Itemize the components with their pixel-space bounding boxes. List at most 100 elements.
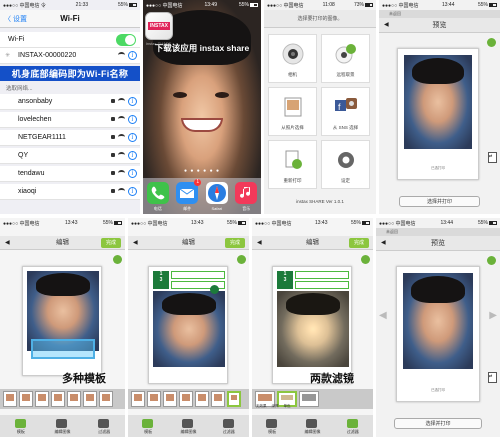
time-label: 21:33 (75, 2, 89, 8)
camera-tile[interactable]: 相机 (268, 34, 317, 83)
back-arrow-icon[interactable]: ◀ (384, 18, 389, 33)
prev-arrow-icon[interactable]: ◀ (379, 310, 387, 321)
tab-template[interactable]: 模板 (128, 417, 168, 435)
back-arrow-icon[interactable]: ◀ (381, 236, 386, 251)
tile-label: 相机 (288, 72, 297, 77)
mail-app-icon[interactable]: 1 邮件 (176, 179, 202, 211)
date-frame[interactable]: 13 (153, 271, 169, 289)
instax-menu-screen: ●●●○○ 中国电信 11:08 73% 选择要打印的图像。 相机 远程取景 从… (264, 0, 376, 214)
sub-bar: 未返回 (379, 10, 500, 18)
settings-tile[interactable]: 设定 (321, 140, 370, 189)
print-button[interactable]: 选择并打印 (399, 196, 480, 207)
sns-tile[interactable]: f 从 SNS 选择 (321, 87, 370, 136)
back-arrow-icon[interactable]: ◀ (257, 236, 262, 250)
template-thumb[interactable] (19, 391, 33, 407)
caption-banner: 机身底部编码即为Wi-Fi名称 (0, 66, 140, 81)
done-button[interactable]: 完成 (225, 238, 245, 248)
tab-edit-image[interactable]: 编辑图像 (292, 417, 332, 435)
tab-edit-image[interactable]: 编辑图像 (168, 417, 208, 435)
template-text-box[interactable] (171, 271, 225, 279)
preview-header: ◀ 预览 (376, 236, 500, 251)
nav-bar: 〈 设置 Wi-Fi (0, 10, 140, 28)
info-icon[interactable]: i (128, 115, 137, 124)
network-name: ansonbaby (18, 98, 53, 105)
remote-tile[interactable]: 远程取景 (321, 34, 370, 83)
leaf-icon (487, 38, 496, 47)
template-thumb-selected[interactable] (227, 391, 241, 407)
tab-filter[interactable]: 过滤器 (84, 417, 124, 435)
rotate-icon[interactable]: ⇄ (488, 152, 497, 163)
template-thumb[interactable] (35, 391, 49, 407)
template-thumb[interactable] (211, 391, 225, 407)
print-button[interactable]: 选择并打印 (394, 418, 482, 429)
edit-photo (153, 291, 225, 367)
template-thumb[interactable] (67, 391, 81, 407)
status-bar: ●●●○○ 中国电信 13:43 55% (0, 218, 125, 228)
page-title: 编辑 (182, 239, 195, 246)
edit-print: 13 (272, 266, 352, 384)
tab-filter[interactable]: 过滤器 (209, 417, 249, 435)
network-row[interactable]: ansonbaby i (0, 94, 140, 110)
tab-template[interactable]: 模板 (1, 417, 41, 435)
notification-badge: 1 (194, 179, 202, 186)
wifi-toggle[interactable] (116, 34, 136, 46)
network-row[interactable]: QY i (0, 148, 140, 164)
loading-spinner-icon: ✳ (5, 53, 11, 59)
lock-icon (111, 153, 115, 157)
filter-thumb[interactable] (299, 391, 319, 407)
date-frame[interactable]: 13 (277, 271, 293, 289)
eye-shape (173, 92, 187, 98)
phone-app-icon[interactable]: 电话 (146, 182, 169, 211)
network-row[interactable]: xiaoqi i (0, 184, 140, 200)
tab-template[interactable]: 模板 (252, 417, 292, 435)
reprint-tile[interactable]: 重新打印 (268, 140, 317, 189)
info-icon[interactable]: i (128, 151, 137, 160)
info-icon[interactable]: i (128, 97, 137, 106)
battery-label: 73% (354, 2, 373, 8)
network-row[interactable]: tendawu i (0, 166, 140, 182)
back-button[interactable]: 〈 设置 (4, 14, 27, 24)
tab-filter[interactable]: 过滤器 (333, 417, 373, 435)
tab-edit-image[interactable]: 编辑图像 (42, 417, 82, 435)
dock-label: 电话 (153, 206, 162, 211)
next-arrow-icon[interactable]: ▶ (489, 310, 497, 321)
info-icon[interactable]: i (128, 169, 137, 178)
rotate-icon[interactable]: ⇄ (488, 372, 497, 383)
template-thumb[interactable] (131, 391, 145, 407)
network-name: NETGEAR1111 (18, 134, 66, 141)
template-thumb[interactable] (83, 391, 97, 407)
connected-network-row[interactable]: ✳ INSTAX-00000220 i (0, 48, 140, 64)
info-icon[interactable]: i (128, 187, 137, 196)
instax-app-icon[interactable]: INSTAX (145, 12, 173, 40)
template-text-box[interactable] (31, 339, 95, 359)
back-arrow-icon[interactable]: ◀ (5, 236, 10, 250)
template-text-box[interactable] (295, 271, 349, 279)
template-thumb[interactable] (147, 391, 161, 407)
back-arrow-icon[interactable]: ◀ (133, 236, 138, 250)
time-label: 13:43 (190, 220, 204, 226)
info-icon[interactable]: i (128, 51, 137, 60)
info-icon[interactable]: i (128, 133, 137, 142)
hair-shape (161, 293, 217, 315)
network-row[interactable]: lovelechen i (0, 112, 140, 128)
template-thumb[interactable] (99, 391, 113, 407)
print-caption: 已选打印 (431, 388, 445, 392)
remote-icon (335, 44, 356, 64)
network-row[interactable]: NETGEAR1111 i (0, 130, 140, 146)
photo-library-tile[interactable]: 从照片选择 (268, 87, 317, 136)
done-button[interactable]: 完成 (349, 238, 369, 248)
print-caption: 已选打印 (431, 166, 445, 170)
time-label: 13:43 (314, 220, 328, 226)
template-thumb[interactable] (195, 391, 209, 407)
template-thumb[interactable] (163, 391, 177, 407)
safari-app-icon[interactable]: Safari (205, 182, 228, 211)
done-button[interactable]: 完成 (101, 238, 121, 248)
wifi-signal-icon (118, 98, 125, 104)
wifi-settings-screen: ●●●○○ 中国电信 令 21:33 55% 〈 设置 Wi-Fi Wi-Fi … (0, 0, 140, 214)
template-tray (0, 389, 125, 409)
template-thumb[interactable] (179, 391, 193, 407)
template-text-box[interactable] (295, 281, 349, 289)
template-thumb[interactable] (3, 391, 17, 407)
template-thumb[interactable] (51, 391, 65, 407)
music-app-icon[interactable]: 音乐 (235, 182, 258, 211)
